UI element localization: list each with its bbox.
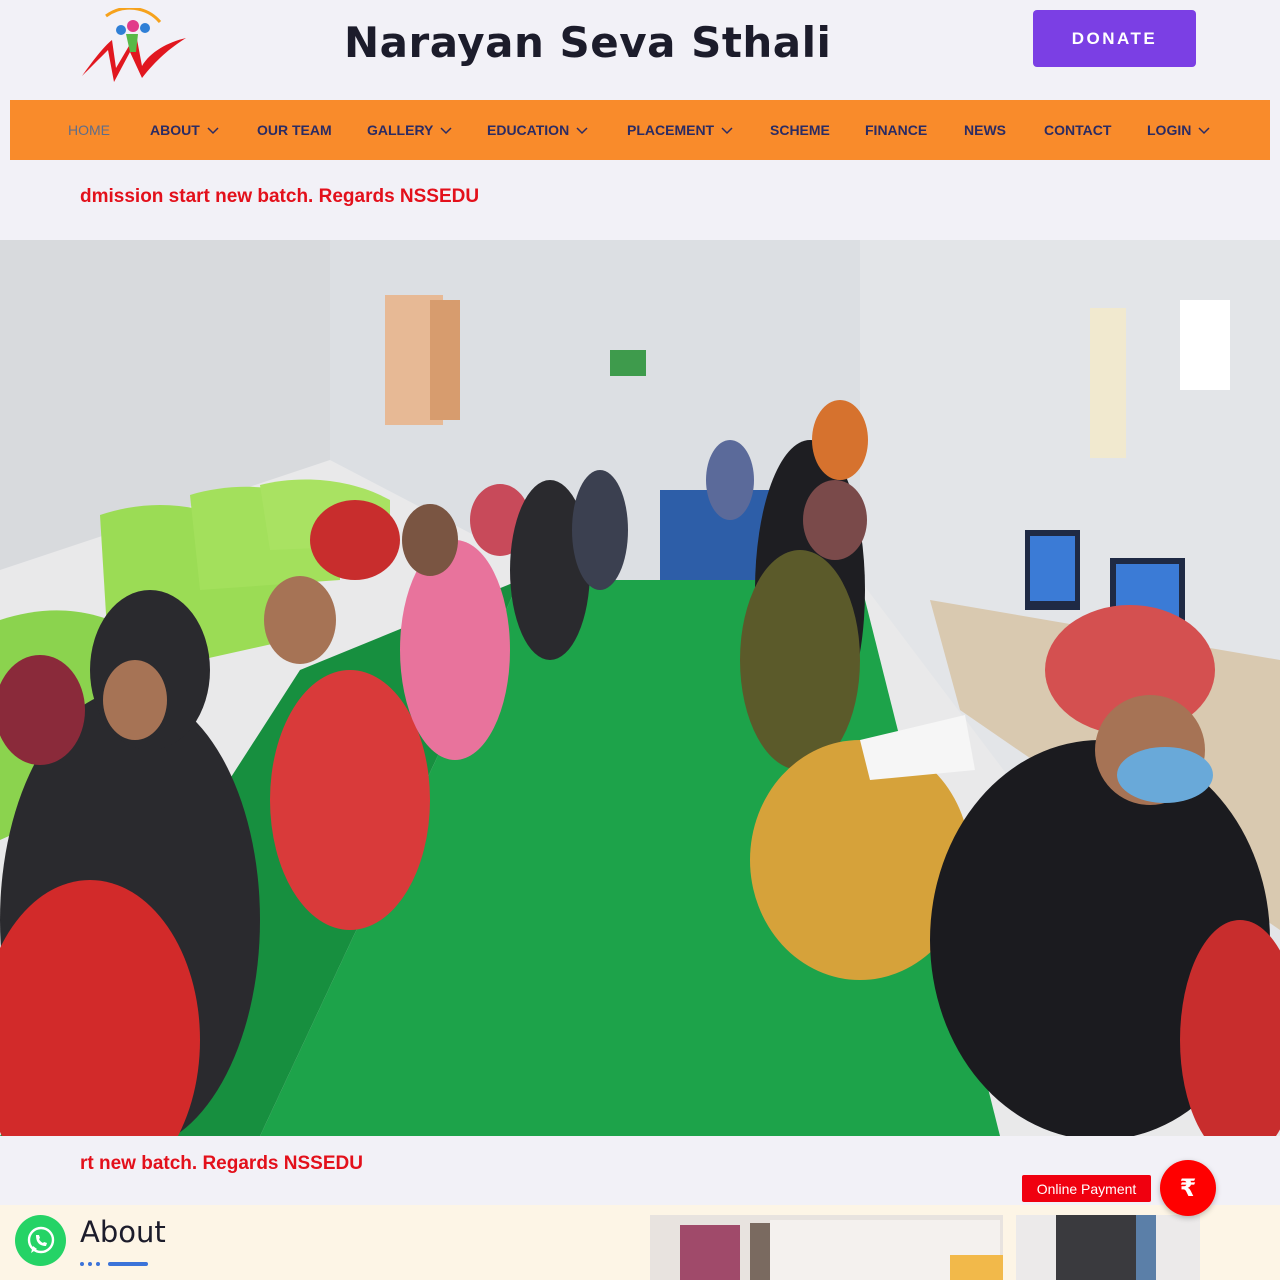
nav-item-our-team[interactable]: OUR TEAM	[257, 100, 332, 160]
nav-item-gallery[interactable]: GALLERY	[367, 100, 453, 160]
nav-item-label: GALLERY	[367, 122, 434, 138]
whatsapp-icon	[27, 1226, 54, 1253]
nav-item-news[interactable]: NEWS	[964, 100, 1006, 160]
nav-item-scheme[interactable]: SCHEME	[770, 100, 830, 160]
nav-item-placement[interactable]: PLACEMENT	[627, 100, 734, 160]
nav-item-label: LOGIN	[1147, 122, 1192, 138]
about-section: About	[0, 1205, 1280, 1280]
nav-item-label: ABOUT	[150, 122, 200, 138]
underline-dot	[80, 1262, 84, 1266]
nav-item-label: HOME	[68, 122, 110, 138]
nav-item-finance[interactable]: FINANCE	[865, 100, 927, 160]
nav-item-label: SCHEME	[770, 122, 830, 138]
chevron-down-icon	[207, 127, 219, 135]
donate-button[interactable]: DONATE	[1033, 10, 1196, 67]
underline-dot	[96, 1262, 100, 1266]
rupee-icon: ₹	[1179, 1174, 1197, 1202]
chevron-down-icon	[1198, 127, 1210, 135]
about-photo	[1016, 1215, 1200, 1280]
hero-slider-image[interactable]	[0, 240, 1280, 1136]
online-payment-label[interactable]: Online Payment	[1022, 1175, 1151, 1202]
site-header: Narayan Seva Sthali DONATE	[0, 0, 1280, 100]
chevron-down-icon	[440, 127, 452, 135]
nav-item-login[interactable]: LOGIN	[1147, 100, 1211, 160]
nav-item-label: CONTACT	[1044, 122, 1112, 138]
whatsapp-button[interactable]	[15, 1215, 66, 1266]
nav-item-home[interactable]: HOME	[68, 100, 110, 160]
nav-item-label: PLACEMENT	[627, 122, 715, 138]
main-nav: HOME ABOUT OUR TEAM GALLERY EDUCATION PL…	[10, 100, 1270, 160]
about-heading: About	[80, 1215, 166, 1249]
nav-item-label: FINANCE	[865, 122, 928, 138]
nav-item-about[interactable]: ABOUT	[150, 100, 220, 160]
underline-dot	[88, 1262, 92, 1266]
rupee-payment-button[interactable]: ₹	[1160, 1160, 1216, 1216]
nav-item-education[interactable]: EDUCATION	[487, 100, 589, 160]
underline-bar	[108, 1262, 148, 1266]
nav-item-label: EDUCATION	[487, 122, 570, 138]
chevron-down-icon	[576, 127, 588, 135]
announcement-ticker[interactable]: dmission start new batch. Regards NSSEDU	[80, 186, 479, 208]
nav-item-label: NEWS	[964, 122, 1006, 138]
nss-logo-icon[interactable]	[78, 6, 190, 84]
nav-item-contact[interactable]: CONTACT	[1044, 100, 1111, 160]
nav-item-label: OUR TEAM	[257, 122, 332, 138]
about-photo	[650, 1215, 1003, 1280]
site-title: Narayan Seva Sthali	[344, 18, 832, 67]
chevron-down-icon	[721, 127, 733, 135]
heading-underline	[80, 1262, 148, 1266]
announcement-ticker-secondary[interactable]: rt new batch. Regards NSSEDU	[80, 1153, 363, 1175]
